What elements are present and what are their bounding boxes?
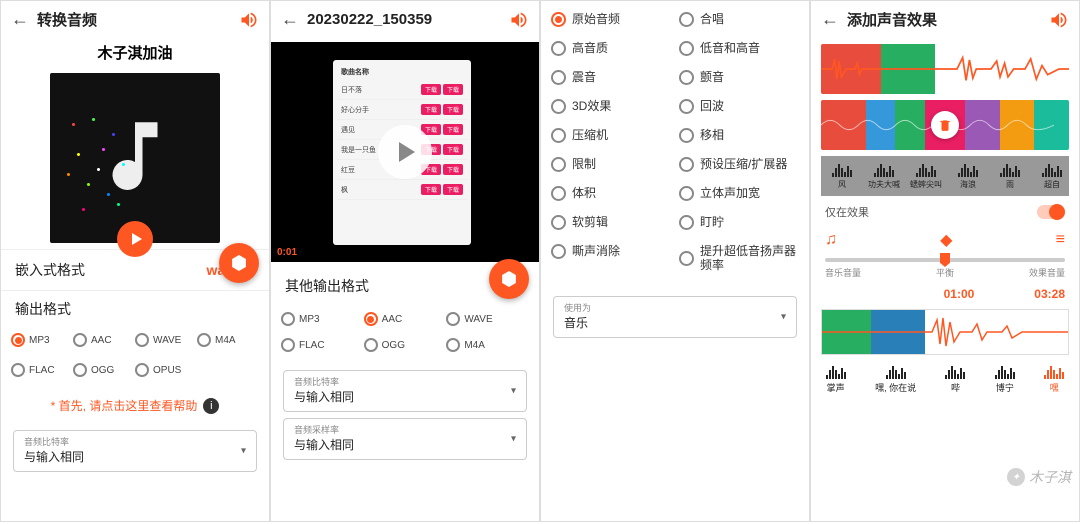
sound-category-item[interactable]: 嘿, 你在说: [875, 365, 916, 394]
sound-category-item[interactable]: 嘿: [1044, 365, 1064, 394]
sound-effect-item[interactable]: 海浪: [947, 156, 989, 196]
effect-only-label: 仅在效果: [825, 204, 869, 220]
effect-option[interactable]: 嘶声消除: [547, 237, 675, 266]
effect-option[interactable]: 压缩机: [547, 121, 675, 150]
effect-option[interactable]: 软剪辑: [547, 208, 675, 237]
balance-slider[interactable]: [825, 258, 1065, 262]
format-radio-mp3[interactable]: MP3: [281, 306, 364, 332]
delete-button[interactable]: [931, 111, 959, 139]
bitrate-dropdown[interactable]: 音频比特率 与输入相同: [13, 430, 257, 472]
effect-option[interactable]: 提升超低音扬声器频率: [675, 237, 803, 280]
speaker-icon[interactable]: [239, 10, 259, 30]
page-title: 添加声音效果: [847, 9, 1041, 30]
speaker-icon[interactable]: [1049, 10, 1069, 30]
effect-option[interactable]: 震音: [547, 63, 675, 92]
sound-effect-item[interactable]: 雨: [989, 156, 1031, 196]
waveform-track-1[interactable]: [821, 44, 1069, 94]
effect-option[interactable]: 原始音频: [547, 5, 675, 34]
info-icon: i: [203, 398, 219, 414]
sound-category-item[interactable]: 博宁: [995, 365, 1015, 394]
samplerate-dropdown[interactable]: 音频采样率 与输入相同: [283, 418, 527, 460]
playlist-row: 日不落下载下载: [337, 80, 467, 100]
format-radio-wave[interactable]: WAVE: [135, 327, 197, 353]
sound-effect-item[interactable]: 蟋蟀尖叫: [905, 156, 947, 196]
record-button[interactable]: [219, 243, 259, 283]
embedded-format-label: 嵌入式格式: [15, 260, 207, 280]
format-radio-mp3[interactable]: MP3: [11, 327, 73, 353]
bitrate-dropdown[interactable]: 音频比特率 与输入相同: [283, 370, 527, 412]
sound-category-item[interactable]: 掌声: [826, 365, 846, 394]
music-volume-icon: ♫: [825, 231, 837, 249]
effect-option[interactable]: 预设压缩/扩展器: [675, 150, 803, 179]
record-button[interactable]: [489, 259, 529, 299]
page-title: 转换音频: [37, 9, 231, 30]
effect-option[interactable]: 颤音: [675, 63, 803, 92]
format-radio-ogg[interactable]: OGG: [364, 332, 447, 358]
album-art: [50, 73, 220, 243]
waveform-track-2[interactable]: [821, 100, 1069, 150]
back-icon[interactable]: ←: [821, 9, 839, 30]
playlist-row: 好心分手下载下载: [337, 100, 467, 120]
play-overlay-button[interactable]: [378, 125, 432, 179]
format-radio-opus[interactable]: OPUS: [135, 357, 197, 383]
effect-option[interactable]: 体积: [547, 179, 675, 208]
page-title: 20230222_150359: [307, 11, 501, 28]
timestamp: 0:01: [277, 247, 297, 258]
format-radio-ogg[interactable]: OGG: [73, 357, 135, 383]
effect-option[interactable]: 立体声加宽: [675, 179, 803, 208]
format-radio-m4a[interactable]: M4A: [446, 332, 529, 358]
output-format-label: 输出格式: [1, 290, 269, 323]
format-radio-flac[interactable]: FLAC: [11, 357, 73, 383]
sound-effect-item[interactable]: 功夫大喊: [863, 156, 905, 196]
back-icon[interactable]: ←: [11, 9, 29, 30]
time-end: 03:28: [1034, 287, 1065, 301]
effect-option[interactable]: 限制: [547, 150, 675, 179]
watermark: ✦ 木子淇: [1007, 467, 1071, 487]
format-radio-wave[interactable]: WAVE: [446, 306, 529, 332]
format-radio-m4a[interactable]: M4A: [197, 327, 259, 353]
effect-only-toggle[interactable]: [1037, 205, 1065, 219]
sound-effect-item[interactable]: 超自: [1031, 156, 1069, 196]
effect-option[interactable]: 盯眝: [675, 208, 803, 237]
speaker-icon[interactable]: [509, 10, 529, 30]
effect-option[interactable]: 低音和高音: [675, 34, 803, 63]
effect-volume-icon: ≡: [1056, 231, 1065, 249]
help-link[interactable]: * 首先, 请点击这里查看帮助 i: [1, 387, 269, 424]
format-radio-aac[interactable]: AAC: [364, 306, 447, 332]
waveform-track-3[interactable]: [821, 309, 1069, 355]
time-start: 01:00: [944, 287, 975, 301]
balance-icon: ◆: [940, 230, 952, 250]
format-radio-aac[interactable]: AAC: [73, 327, 135, 353]
play-button[interactable]: [117, 221, 153, 257]
format-radio-flac[interactable]: FLAC: [281, 332, 364, 358]
song-title: 木子淇加油: [1, 38, 269, 67]
back-icon[interactable]: ←: [281, 9, 299, 30]
effect-option[interactable]: 3D效果: [547, 92, 675, 121]
sound-category-item[interactable]: 哔: [945, 365, 965, 394]
effect-option[interactable]: 移相: [675, 121, 803, 150]
effect-option[interactable]: 合唱: [675, 5, 803, 34]
use-as-dropdown[interactable]: 使用为 音乐: [553, 296, 797, 338]
effect-option[interactable]: 回波: [675, 92, 803, 121]
sound-effect-item[interactable]: 风: [821, 156, 863, 196]
video-preview: 歌曲名称 日不落下载下载好心分手下载下载遇见下载下载我是一只鱼下载下载红豆下载下…: [271, 42, 539, 262]
effect-option[interactable]: 高音质: [547, 34, 675, 63]
playlist-row: 枫下载下载: [337, 180, 467, 200]
